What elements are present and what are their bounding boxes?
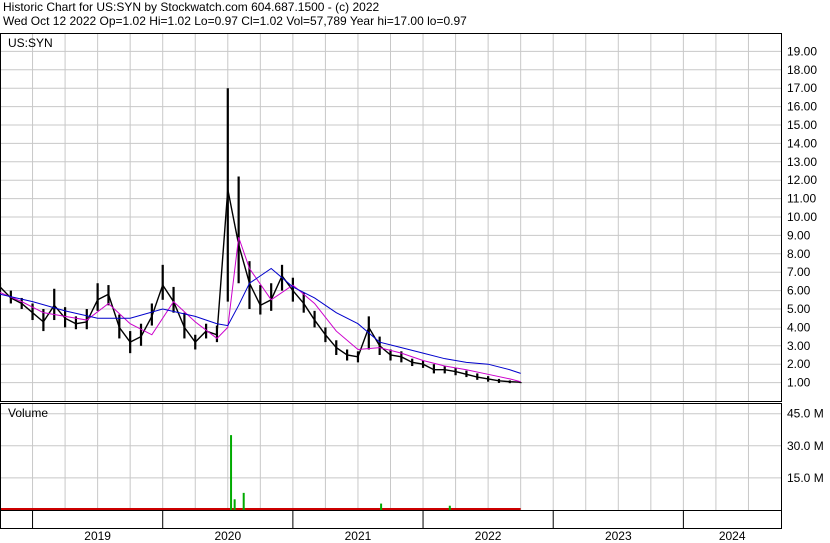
y-tick-label: 2.00 (787, 357, 811, 371)
y-tick-label: 6.00 (787, 284, 811, 298)
stock-chart: 2019 2020 2021 2022 2023 2024 1.00 2.00 3.00 4.00… (0, 33, 824, 543)
y-tick-label: 19.00 (787, 44, 817, 58)
y-tick-label: 8.00 (787, 247, 811, 261)
y-tick-label: 11.00 (787, 192, 816, 206)
volume-tick-label: 30.0 M (787, 439, 824, 453)
x-tick-label: 2021 (345, 529, 372, 543)
y-tick-label: 18.00 (787, 63, 817, 77)
volume-tick-label: 45.0 M (787, 407, 824, 421)
y-tick-label: 15.00 (787, 118, 817, 132)
price-panel-title: US:SYN (8, 36, 53, 50)
y-tick-label: 5.00 (787, 302, 811, 316)
y-tick-label: 14.00 (787, 136, 817, 150)
x-tick-label: 2019 (84, 529, 111, 543)
y-tick-label: 17.00 (787, 81, 817, 95)
y-tick-label: 16.00 (787, 100, 817, 114)
volume-tick-label: 15.0 M (787, 471, 824, 485)
y-tick-label: 9.00 (787, 228, 811, 242)
y-tick-label: 7.00 (787, 265, 811, 279)
x-axis-band (0, 510, 782, 529)
y-tick-label: 10.00 (787, 210, 817, 224)
x-tick-label: 2024 (719, 529, 746, 543)
y-tick-label: 13.00 (787, 155, 817, 169)
x-tick-label: 2020 (214, 529, 241, 543)
y-tick-label: 12.00 (787, 173, 817, 187)
y-tick-label: 4.00 (787, 320, 811, 334)
x-tick-label: 2022 (475, 529, 502, 543)
x-tick-label: 2023 (605, 529, 632, 543)
volume-panel-title: Volume (8, 406, 48, 420)
y-tick-label: 3.00 (787, 339, 811, 353)
y-tick-label: 1.00 (787, 376, 811, 390)
